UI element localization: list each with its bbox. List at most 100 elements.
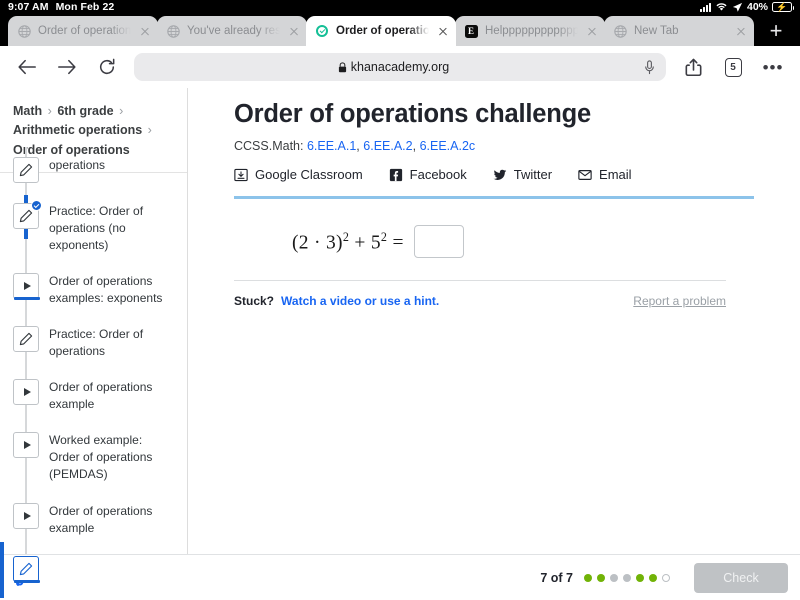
ios-status-bar: 9:07 AM Mon Feb 22 40% ⚡ [0, 0, 800, 14]
tab-title: You've already respo [187, 25, 280, 37]
hint-link[interactable]: Watch a video or use a hint. [281, 294, 439, 308]
video-play-icon [13, 379, 39, 406]
progress-rail-current [0, 541, 4, 598]
browser-window: 9:07 AM Mon Feb 22 40% ⚡ Order of operat… [0, 0, 800, 600]
tab-title: Order of operations c [38, 25, 131, 37]
check-button[interactable]: Check [694, 562, 788, 593]
exercise-bottom-bar: 7 of 7 Check [0, 554, 800, 600]
close-icon[interactable] [287, 24, 301, 38]
report-problem-link[interactable]: Report a problem [633, 294, 726, 308]
url-display: khanacademy.org [144, 60, 643, 74]
battery-percent: 40% [746, 1, 768, 13]
lesson-item-2[interactable]: Order of operations examples: exponents [0, 263, 187, 316]
tab-count-value: 5 [724, 57, 742, 77]
video-play-icon [13, 502, 39, 529]
share-row: Google Classroom Facebook Twitter Email [234, 167, 754, 182]
breadcrumb-separator: › [119, 104, 124, 118]
ccss-standard-2[interactable]: 6.EE.A.2 [363, 139, 412, 153]
watched-progress-bar [14, 297, 40, 301]
close-icon[interactable] [734, 24, 748, 38]
progress-dot-2 [597, 573, 605, 582]
email-icon [578, 169, 592, 180]
lesson-item-1[interactable]: Practice: Order of operations (no expone… [0, 193, 187, 263]
math-problem-row: (2 · 3)2 + 52 = [234, 225, 754, 259]
share-twitter-button[interactable]: Twitter [493, 167, 552, 182]
tab-title: Helppppppppppppp [485, 25, 578, 37]
globe-icon [166, 24, 180, 38]
video-play-icon [13, 432, 39, 459]
lesson-item-3[interactable]: Practice: Order of operations [0, 316, 187, 369]
share-google-classroom-button[interactable]: Google Classroom [234, 167, 363, 182]
breadcrumb-item-math[interactable]: Math [13, 104, 42, 118]
arrow-right-icon[interactable] [54, 54, 80, 80]
answer-input[interactable] [413, 225, 464, 259]
lock-icon [338, 61, 346, 72]
progress-area: 7 of 7 Check [540, 562, 788, 593]
lesson-item-label: Worked example: Order of operations (PEM… [49, 433, 153, 482]
ccss-label: CCSS.Math: [234, 139, 304, 154]
share-email-button[interactable]: Email [578, 167, 632, 182]
progress-dots [584, 573, 670, 582]
reload-icon[interactable] [94, 54, 120, 80]
close-icon[interactable] [436, 24, 450, 38]
ccss-standard-3[interactable]: 6.EE.A.2c [420, 139, 476, 153]
ccss-standard-1[interactable]: 6.EE.A.1 [307, 139, 356, 153]
status-date: Mon Feb 22 [55, 1, 115, 13]
browser-tab-2[interactable]: You've already respo [157, 16, 307, 46]
share-label: Email [599, 167, 632, 183]
close-icon[interactable] [585, 24, 599, 38]
share-label: Facebook [409, 167, 467, 183]
close-icon[interactable] [138, 24, 152, 38]
lesson-list: operations Practice: Order of operations… [0, 147, 187, 600]
share-label: Google Classroom [255, 167, 363, 183]
browser-tab-1[interactable]: Order of operations c [8, 16, 158, 46]
progress-count: 7 of 7 [540, 570, 573, 585]
exercise-divider [234, 280, 726, 282]
wifi-icon [716, 3, 727, 11]
share-facebook-button[interactable]: Facebook [389, 167, 467, 182]
lesson-item-label: operations [49, 158, 106, 173]
url-text: khanacademy.org [350, 60, 450, 74]
breadcrumb-separator: › [147, 123, 152, 138]
lesson-item-6[interactable]: Order of operations example [0, 493, 187, 546]
breadcrumb-separator: › [47, 104, 52, 118]
more-options-icon[interactable]: ••• [760, 54, 786, 80]
current-progress-bar [14, 579, 40, 583]
location-arrow-icon [732, 2, 743, 12]
browser-tab-5[interactable]: New Tab [604, 16, 754, 46]
browser-tab-4[interactable]: E Helppppppppppppp [455, 16, 605, 46]
status-time: 9:07 AM [8, 1, 49, 13]
breadcrumb-item-grade[interactable]: 6th grade [57, 104, 113, 118]
lesson-item-0[interactable]: operations [0, 147, 187, 193]
arrow-left-icon[interactable] [14, 54, 40, 80]
progress-dot-6 [649, 573, 657, 582]
breadcrumb-item-arithmetic[interactable]: Arithmetic operations [13, 123, 142, 137]
tab-title: New Tab [634, 25, 679, 37]
lesson-item-label: Order of operations example [49, 380, 153, 412]
lesson-item-4[interactable]: Order of operations example [0, 369, 187, 422]
practice-pencil-icon [13, 157, 39, 184]
completed-check-badge [31, 200, 42, 212]
practice-pencil-icon [13, 200, 42, 230]
share-label: Twitter [513, 167, 553, 183]
progress-dot-5 [636, 573, 644, 582]
address-bar[interactable]: khanacademy.org [134, 53, 666, 81]
tab-count-button[interactable]: 5 [720, 54, 746, 80]
new-tab-button[interactable]: + [761, 16, 791, 46]
lesson-item-label: Order of operations examples: exponents [49, 274, 163, 306]
facebook-icon [389, 168, 402, 181]
browser-tab-3-active[interactable]: Order of operations c [306, 16, 456, 46]
lesson-sidebar: Math › 6th grade › Arithmetic operations… [0, 88, 188, 600]
battery-charging-icon: ⚡ [772, 2, 794, 12]
lesson-item-label: Order of operations example [49, 503, 153, 535]
share-icon[interactable] [680, 54, 706, 80]
tab-strip: Order of operations c You've already res… [0, 14, 800, 46]
twitter-icon [493, 169, 507, 180]
tab-title: Order of operations c [336, 25, 429, 37]
lesson-item-5[interactable]: Worked example: Order of operations (PEM… [0, 422, 187, 492]
math-expression: (2 · 3)2 + 52 = [292, 229, 404, 254]
browser-toolbar: khanacademy.org 5 ••• [0, 46, 800, 88]
article-header: Order of operations challenge CCSS.Math:… [188, 88, 800, 200]
status-bar-right: 40% ⚡ [699, 1, 794, 13]
microphone-icon[interactable] [643, 59, 656, 75]
